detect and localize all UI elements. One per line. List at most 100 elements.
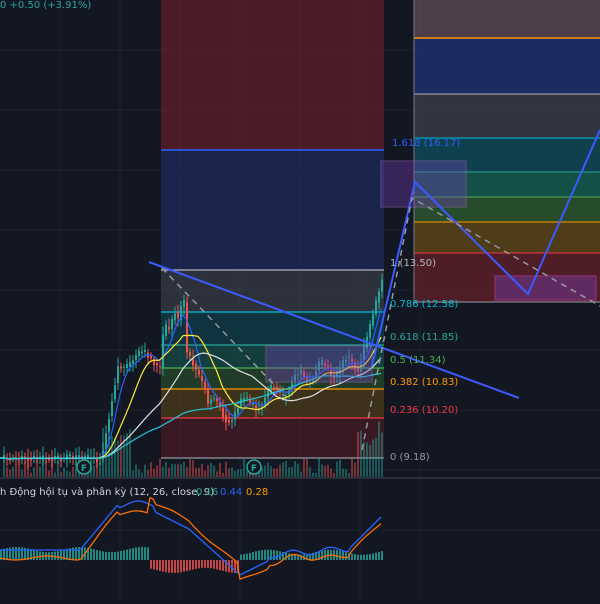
candle: [171, 319, 173, 329]
volume-bar: [156, 465, 158, 478]
candle: [48, 459, 50, 461]
candle: [228, 420, 230, 423]
macd-signal-value: 0.28: [246, 487, 268, 498]
candle: [108, 418, 110, 433]
volume-bar: [3, 459, 5, 478]
volume-bar: [159, 458, 161, 478]
candle: [201, 376, 203, 382]
candle: [138, 350, 140, 357]
flag-marker[interactable]: F: [76, 459, 92, 475]
macd-histogram-bar: [159, 560, 161, 571]
volume-bar: [144, 464, 146, 478]
fib-label: 0 (9.18): [390, 452, 430, 463]
volume-bar: [375, 437, 377, 478]
macd-histogram-bar: [372, 553, 374, 560]
volume-bar: [369, 444, 371, 478]
macd-histogram-bar: [192, 560, 194, 570]
macd-histogram-bar: [33, 550, 35, 560]
candle: [129, 362, 131, 367]
macd-histogram-bar: [141, 547, 143, 560]
candle: [57, 455, 59, 458]
macd-histogram-bar: [273, 550, 275, 560]
volume-bar: [39, 466, 41, 478]
macd-histogram-bar: [162, 560, 164, 572]
volume-bar: [267, 462, 269, 478]
macd-histogram-bar: [165, 560, 167, 573]
target-box[interactable]: [380, 160, 467, 208]
candle: [207, 388, 209, 404]
flag-marker[interactable]: F: [246, 459, 262, 475]
candle: [282, 393, 284, 396]
volume-bar: [234, 470, 236, 478]
volume-bar: [225, 461, 227, 478]
macd-histogram-bar: [114, 551, 116, 560]
volume-bar: [171, 463, 173, 478]
candle: [237, 407, 239, 414]
macd-histogram-bar: [381, 551, 383, 560]
macd-histogram-bar: [249, 552, 251, 560]
macd-histogram: [0, 547, 383, 573]
candle: [159, 366, 161, 368]
macd-histogram-bar: [216, 560, 218, 570]
candle: [189, 352, 191, 356]
volume-bar: [114, 437, 116, 478]
candle: [381, 279, 383, 292]
candle: [369, 324, 371, 338]
volume-bar: [372, 439, 374, 478]
volume-bar: [294, 461, 296, 478]
flag-icon: F: [81, 464, 87, 474]
macd-histogram-bar: [342, 551, 344, 560]
chart-window[interactable]: 1.618 (16.17) 1 (13.50) 0.786 (12.58) 0.…: [0, 0, 600, 600]
candle: [69, 454, 71, 457]
candle: [126, 363, 128, 368]
volume-bar: [309, 467, 311, 478]
macd-histogram-bar: [180, 560, 182, 573]
candle: [135, 355, 137, 360]
candle: [132, 360, 134, 364]
macd-histogram-bar: [375, 552, 377, 560]
macd-legend[interactable]: h Động hội tụ và phân kỳ (12, 26, close,…: [0, 486, 268, 498]
volume-bar: [321, 464, 323, 478]
macd-histogram-bar: [171, 560, 173, 573]
volume-bar: [111, 436, 113, 478]
fib-label: 0.786 (12.58): [390, 299, 458, 310]
volume-bar: [381, 432, 383, 478]
volume-bar: [324, 465, 326, 478]
macd-histogram-bar: [270, 549, 272, 560]
volume-bar: [279, 464, 281, 478]
macd-histogram-bar: [150, 560, 152, 569]
volume-bar: [183, 461, 185, 478]
volume-bar: [360, 430, 362, 478]
volume-bar: [165, 462, 167, 478]
candle: [240, 398, 242, 407]
volume-bar: [48, 470, 50, 478]
price-chart[interactable]: 1.618 (16.17) 1 (13.50) 0.786 (12.58) 0.…: [0, 0, 600, 600]
volume-bar: [132, 470, 134, 478]
volume-bar: [153, 468, 155, 478]
candle: [111, 401, 113, 416]
macd-histogram-bar: [324, 550, 326, 560]
candle: [141, 351, 143, 354]
macd-histogram-bar: [219, 560, 221, 571]
volume-bar: [186, 467, 188, 478]
range-box[interactable]: [265, 345, 373, 383]
candle: [273, 387, 275, 389]
macd-histogram-bar: [132, 548, 134, 560]
macd-histogram-bar: [360, 554, 362, 560]
macd-histogram-bar: [258, 550, 260, 560]
macd-histogram-bar: [117, 551, 119, 560]
target-box-2[interactable]: [494, 275, 597, 301]
macd-histogram-bar: [183, 560, 185, 572]
volume-bar: [162, 466, 164, 478]
volume-bar: [282, 462, 284, 478]
candle: [144, 350, 146, 353]
macd-value: 0.44: [220, 487, 242, 498]
macd-histogram-bar: [123, 550, 125, 560]
fib-label: 1.618 (16.17): [392, 138, 460, 149]
macd-histogram-bar: [321, 550, 323, 560]
volume-bar: [240, 469, 242, 478]
macd-histogram-bar: [168, 560, 170, 573]
volume-bar: [12, 466, 14, 478]
volume-bar: [270, 466, 272, 478]
volume-bar: [327, 464, 329, 478]
